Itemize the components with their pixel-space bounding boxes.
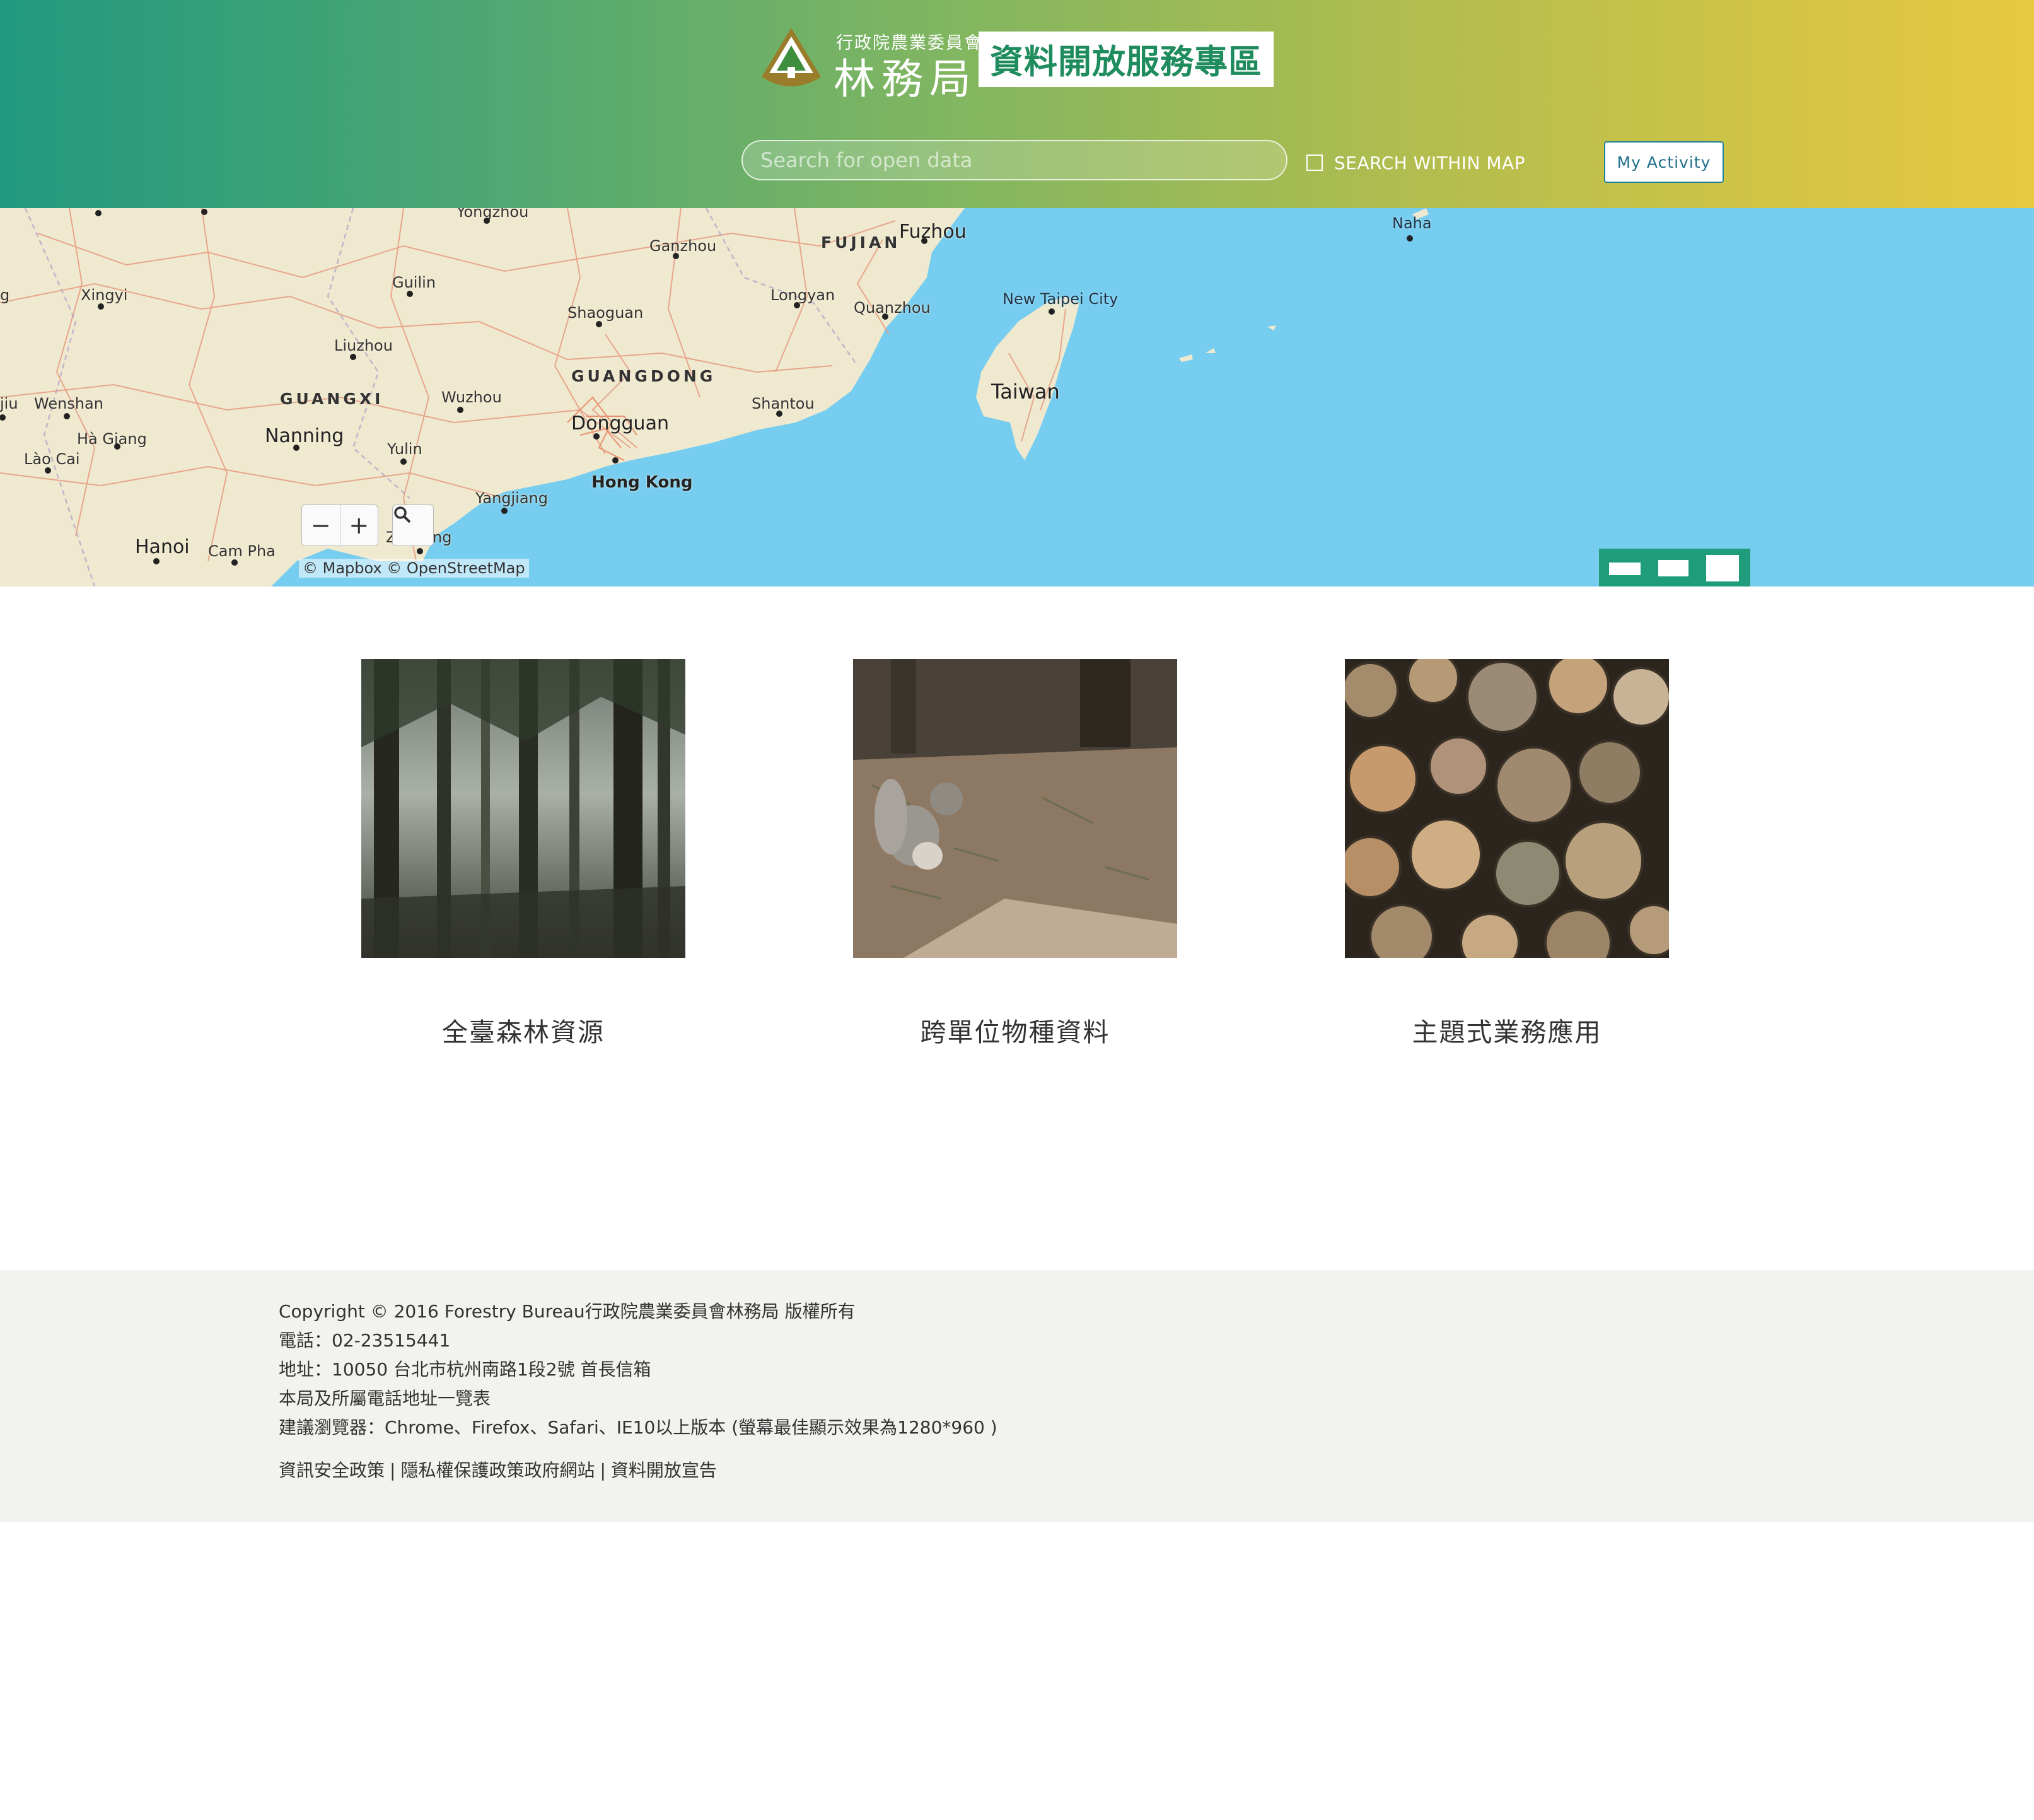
magnifier-icon [394, 506, 411, 523]
footer-address[interactable]: 地址：10050 台北市杭州南路1段2號 首長信箱 [279, 1356, 651, 1381]
squirrel-photo [853, 659, 1177, 958]
footer-link-security-policy[interactable]: 資訊安全政策 [279, 1460, 385, 1481]
search-within-map-label: SEARCH WITHIN MAP [1334, 152, 1526, 173]
footer-link-privacy-policy[interactable]: 隱私權保護政策政府網站 [400, 1460, 595, 1481]
site-header: 行政院農業委員會 林務局 資料開放服務專區 SEARCH WITHIN MAP … [0, 0, 2034, 208]
search-within-map-checkbox[interactable] [1306, 155, 1323, 171]
card-title: 主題式業務應用 [1412, 1017, 1602, 1047]
layer-option-2[interactable] [1658, 560, 1688, 576]
footer-link-separator: | [600, 1460, 606, 1481]
search-input[interactable] [741, 140, 1287, 180]
footer-directory-link[interactable]: 本局及所屬電話地址一覽表 [279, 1385, 491, 1410]
search-within-map-toggle[interactable]: SEARCH WITHIN MAP [1306, 150, 1525, 175]
footer-phone: 電話：02-23515441 [279, 1330, 451, 1351]
zoom-controls: − + [301, 505, 378, 546]
site-footer: Copyright © 2016 Forestry Bureau行政院農業委員會… [0, 1270, 2034, 1522]
footer-link-open-data-declaration[interactable]: 資料開放宣告 [611, 1460, 717, 1481]
zoom-in-button[interactable]: + [339, 505, 378, 545]
card-title: 跨單位物種資料 [920, 1017, 1110, 1047]
forestry-bureau-logo[interactable]: 行政院農業委員會 林務局 [758, 24, 981, 103]
card-species-data[interactable]: 跨單位物種資料 [853, 659, 1177, 1047]
card-forest-resources[interactable]: 全臺森林資源 [361, 659, 685, 1047]
forest-photo [361, 659, 685, 958]
layer-option-1[interactable] [1609, 563, 1641, 575]
site-title[interactable]: 資料開放服務專區 [979, 32, 1274, 87]
map-view[interactable]: Yongzhou Ganzhou FUJIAN Fuzhou Naha Xing… [0, 208, 2034, 586]
footer-link-separator: | [390, 1460, 396, 1481]
footer-links: 資訊安全政策 | 隱私權保護政策政府網站 | 資料開放宣告 [279, 1457, 717, 1482]
logo-bureau-text: 林務局 [834, 55, 977, 103]
basemap-layer-switcher [1599, 549, 1750, 586]
footer-copyright: Copyright © 2016 Forestry Bureau行政院農業委員會… [279, 1301, 856, 1322]
map-search-button[interactable] [392, 505, 434, 546]
layer-option-3[interactable] [1706, 555, 1739, 581]
card-thematic-applications[interactable]: 主題式業務應用 [1345, 659, 1669, 1047]
firewood-photo [1345, 659, 1669, 958]
card-title: 全臺森林資源 [442, 1017, 605, 1047]
tree-logo-icon [762, 28, 821, 86]
map-attribution[interactable]: © Mapbox © OpenStreetMap [299, 559, 529, 578]
footer-browser-note: 建議瀏覽器：Chrome、Firefox、Safari、IE10以上版本 (螢幕… [279, 1417, 997, 1438]
zoom-out-button[interactable]: − [302, 505, 340, 545]
my-activity-button[interactable]: My Activity [1604, 141, 1724, 183]
